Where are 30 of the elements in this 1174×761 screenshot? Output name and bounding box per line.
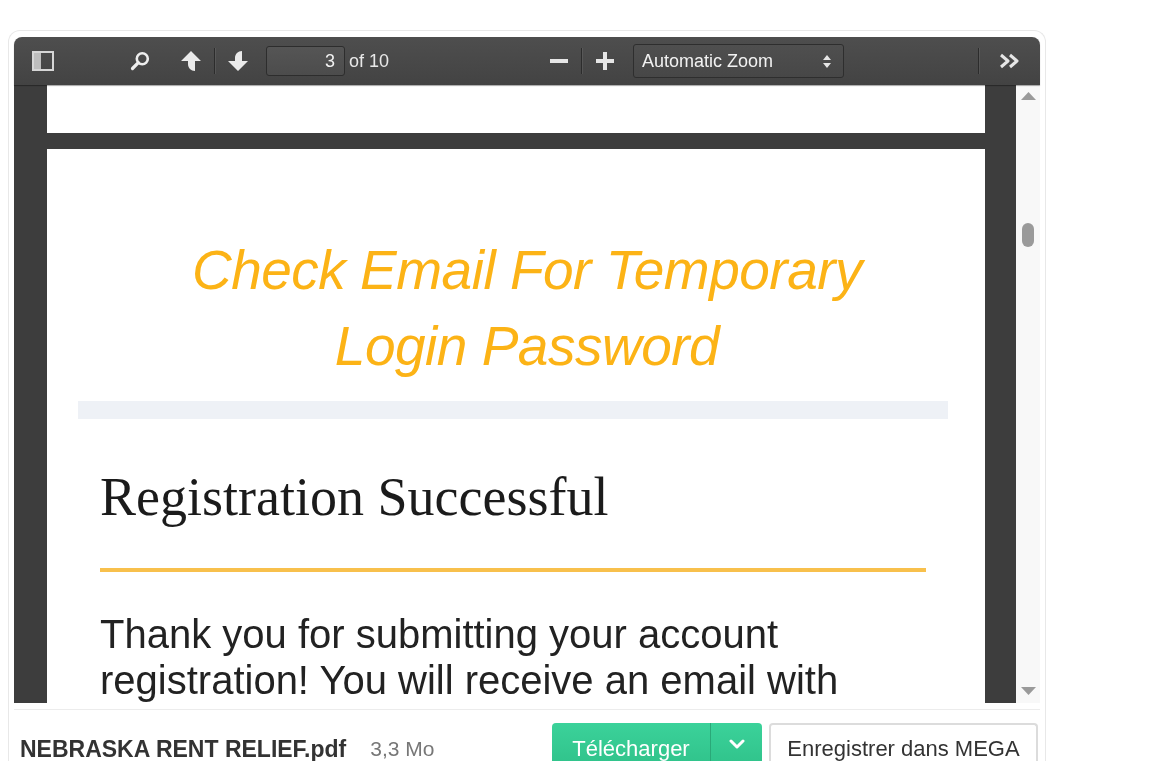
scroll-down-button[interactable] xyxy=(1020,687,1036,695)
scroll-up-button[interactable] xyxy=(1020,92,1036,100)
zoom-select[interactable]: Automatic Zoom xyxy=(633,44,845,78)
previous-page-button[interactable] xyxy=(180,50,202,72)
page-banner-title: Check Email For Temporary Login Password xyxy=(190,238,866,379)
triangle-down-icon xyxy=(1020,687,1036,695)
sidebar-toggle-icon xyxy=(32,51,54,71)
file-size: 3,3 Mo xyxy=(370,736,435,761)
double-chevron-icon xyxy=(999,53,1020,69)
arrow-down-icon xyxy=(227,50,249,72)
page-number-field[interactable]: 3 xyxy=(266,46,345,76)
minus-icon xyxy=(550,59,569,63)
plus-icon xyxy=(596,52,615,70)
page-count-label: of 10 xyxy=(349,50,390,72)
search-icon xyxy=(130,51,150,71)
zoom-out-button[interactable] xyxy=(550,59,569,63)
page-heading: Registration Successful xyxy=(100,466,610,529)
up-down-caret-icon xyxy=(823,54,832,68)
sidebar-toggle-button[interactable] xyxy=(32,51,54,71)
next-page-button[interactable] xyxy=(227,50,249,72)
search-button[interactable] xyxy=(130,51,150,71)
chevron-down-icon xyxy=(728,739,745,749)
zoom-in-button[interactable] xyxy=(596,52,615,70)
tools-button[interactable] xyxy=(999,53,1020,69)
page-body-text: Thank you for submitting your account registration! You will receive an email with xyxy=(100,611,840,703)
triangle-up-icon xyxy=(1020,92,1036,100)
arrow-up-icon xyxy=(180,50,202,72)
file-name: NEBRASKA RENT RELIEF.pdf xyxy=(20,736,347,761)
scrollbar-thumb[interactable] xyxy=(1022,223,1034,247)
save-button[interactable]: Enregistrer dans MEGA xyxy=(769,723,1038,761)
